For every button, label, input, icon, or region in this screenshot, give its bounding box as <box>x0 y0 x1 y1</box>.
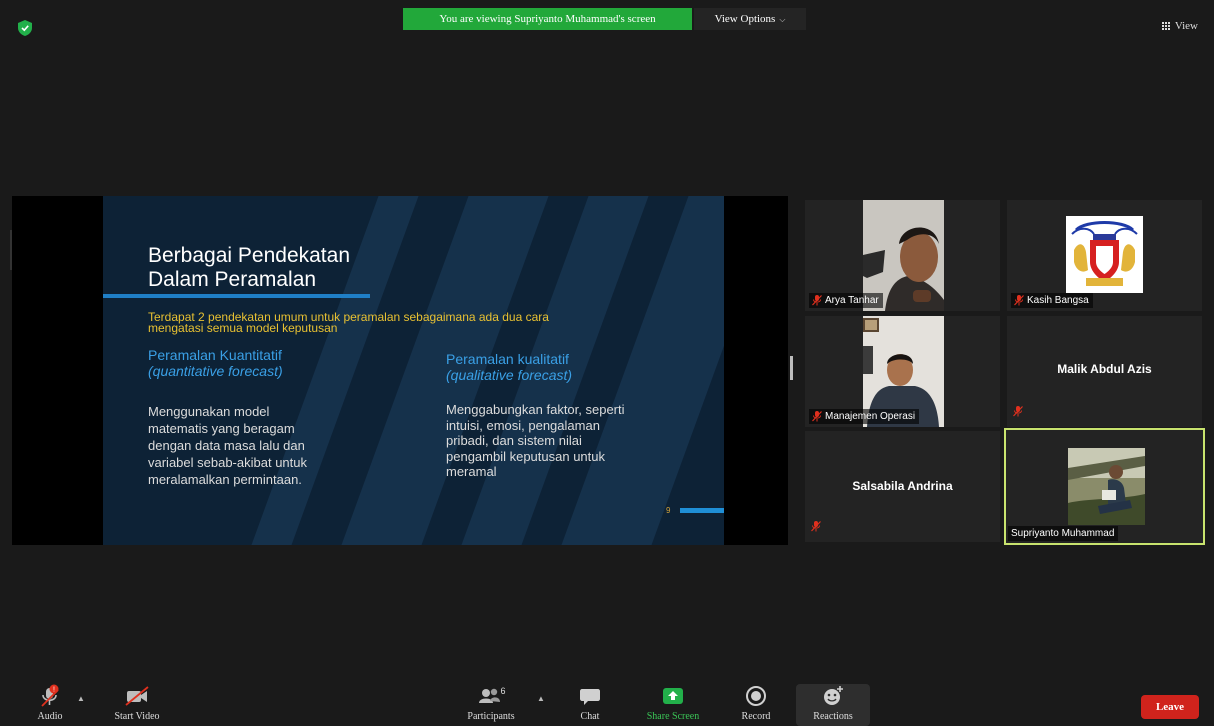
participant-tile-salsabila[interactable]: Salsabila Andrina <box>805 431 1000 542</box>
participant-name: Arya Tanhar <box>825 295 879 306</box>
participant-name: Supriyanto Muhammad <box>1011 528 1115 539</box>
start-video-label: Start Video <box>114 711 160 722</box>
chevron-down-icon: ⌵ <box>779 15 786 24</box>
participant-tile-malik[interactable]: Malik Abdul Azis <box>1007 316 1202 427</box>
qualitative-heading: Peramalan kualitatif (qualitative foreca… <box>446 351 572 383</box>
chat-button[interactable]: Chat <box>572 684 608 726</box>
participants-icon: 6 <box>476 684 506 708</box>
slide-intro-text: Terdapat 2 pendekatan umum untuk peramal… <box>148 311 648 335</box>
audio-warning-badge: ! <box>53 687 55 694</box>
participants-label: Participants <box>467 711 515 722</box>
organization-logo <box>1066 216 1143 293</box>
share-screen-button[interactable]: Share Screen <box>636 684 710 726</box>
slide-title-line: Dalam Peramalan <box>148 268 317 291</box>
view-options-button[interactable]: View Options ⌵ <box>694 8 806 30</box>
video-off-icon <box>124 684 150 708</box>
grid-view-icon <box>1161 21 1171 31</box>
participant-name-tag: Kasih Bangsa <box>1011 293 1093 308</box>
quantitative-body: Menggunakan model matematis yang beragam… <box>148 403 307 488</box>
muted-mic-icon <box>812 411 822 422</box>
share-screen-label: Share Screen <box>646 711 700 722</box>
body-line: dengan data masa lalu dan <box>148 438 305 453</box>
view-options-label: View Options <box>714 13 776 25</box>
split-view-divider[interactable] <box>790 356 793 380</box>
participant-tile-kasih[interactable]: Kasih Bangsa <box>1007 200 1202 311</box>
body-line: meramal <box>446 464 497 479</box>
participant-name-center: Malik Abdul Azis <box>1057 362 1152 376</box>
heading-subtitle: (qualitative forecast) <box>446 367 573 383</box>
view-layout-label: View <box>1174 20 1198 32</box>
viewing-screen-banner: You are viewing Supriyanto Muhammad's sc… <box>403 8 692 30</box>
participants-button[interactable]: 6 Participants <box>458 684 524 726</box>
heading-subtitle: (quantitative forecast) <box>148 363 283 379</box>
muted-mic-icon <box>1013 406 1023 417</box>
start-video-button[interactable]: Start Video <box>104 684 170 726</box>
participant-name-center: Salsabila Andrina <box>852 479 953 493</box>
audio-options-caret[interactable]: ▲ <box>77 694 85 703</box>
body-line: Menggabungkan faktor, seperti <box>446 402 625 417</box>
participant-tile-arya[interactable]: Arya Tanhar <box>805 200 1000 311</box>
reactions-button[interactable]: Reactions <box>796 684 870 726</box>
title-underline <box>103 294 370 298</box>
presentation-slide: Berbagai Pendekatan Dalam Peramalan Terd… <box>103 196 724 545</box>
qualitative-body: Menggabungkan faktor, seperti intuisi, e… <box>446 402 625 480</box>
share-screen-icon <box>661 684 685 708</box>
record-label: Record <box>741 711 771 722</box>
view-layout-button[interactable]: View <box>1161 20 1198 32</box>
body-line: variabel sebab-akibat untuk <box>148 455 307 470</box>
participant-name-tag: Manajemen Operasi <box>809 409 920 424</box>
body-line: pribadi, dan sistem nilai <box>446 433 582 448</box>
quantitative-heading: Peramalan Kuantitatif (quantitative fore… <box>148 347 283 379</box>
emoji-add-icon <box>821 684 845 708</box>
muted-mic-indicator <box>811 519 821 537</box>
participant-profile-photo <box>1068 448 1145 525</box>
microphone-muted-icon: ! <box>39 684 61 708</box>
record-button[interactable]: Record <box>734 684 778 726</box>
heading-text: Peramalan kualitatif <box>446 351 569 367</box>
intro-line: mengatasi semua model keputusan <box>148 321 338 335</box>
participant-name-tag: Arya Tanhar <box>809 293 883 308</box>
participant-name: Kasih Bangsa <box>1027 295 1089 306</box>
audio-label: Audio <box>37 711 63 722</box>
slide-page-number: 9 <box>666 506 671 515</box>
muted-mic-icon <box>1014 295 1024 306</box>
body-line: Menggunakan model <box>148 404 270 419</box>
participant-tile-supriyanto[interactable]: Supriyanto Muhammad <box>1004 428 1205 545</box>
body-line: meralamalkan permintaan. <box>148 472 302 487</box>
record-icon <box>745 684 767 708</box>
chat-label: Chat <box>580 711 600 722</box>
reactions-label: Reactions <box>813 711 853 722</box>
leave-meeting-button[interactable]: Leave <box>1141 695 1199 719</box>
body-line: pengambil keputusan untuk <box>446 448 606 464</box>
participant-name-tag: Supriyanto Muhammad <box>1008 526 1119 541</box>
muted-mic-indicator <box>1013 404 1023 422</box>
body-line: intuisi, emosi, pengalaman <box>446 417 600 433</box>
participant-name: Manajemen Operasi <box>825 411 916 422</box>
heading-text: Peramalan Kuantitatif <box>148 347 282 363</box>
participants-options-caret[interactable]: ▲ <box>537 694 545 703</box>
audio-button[interactable]: ! Audio <box>32 684 68 726</box>
body-line: matematis yang beragam <box>148 421 295 436</box>
slide-footer-bar <box>680 508 724 513</box>
security-shield-icon[interactable] <box>18 20 32 36</box>
shared-screen: Berbagai Pendekatan Dalam Peramalan Terd… <box>12 196 788 545</box>
muted-mic-icon <box>812 295 822 306</box>
slide-title-line: Berbagai Pendekatan <box>148 244 350 267</box>
participants-count: 6 <box>500 686 505 696</box>
muted-mic-icon <box>811 521 821 532</box>
slide-title: Berbagai Pendekatan Dalam Peramalan <box>148 244 350 292</box>
chat-icon <box>579 684 601 708</box>
participant-tile-manajemen[interactable]: Manajemen Operasi <box>805 316 1000 427</box>
